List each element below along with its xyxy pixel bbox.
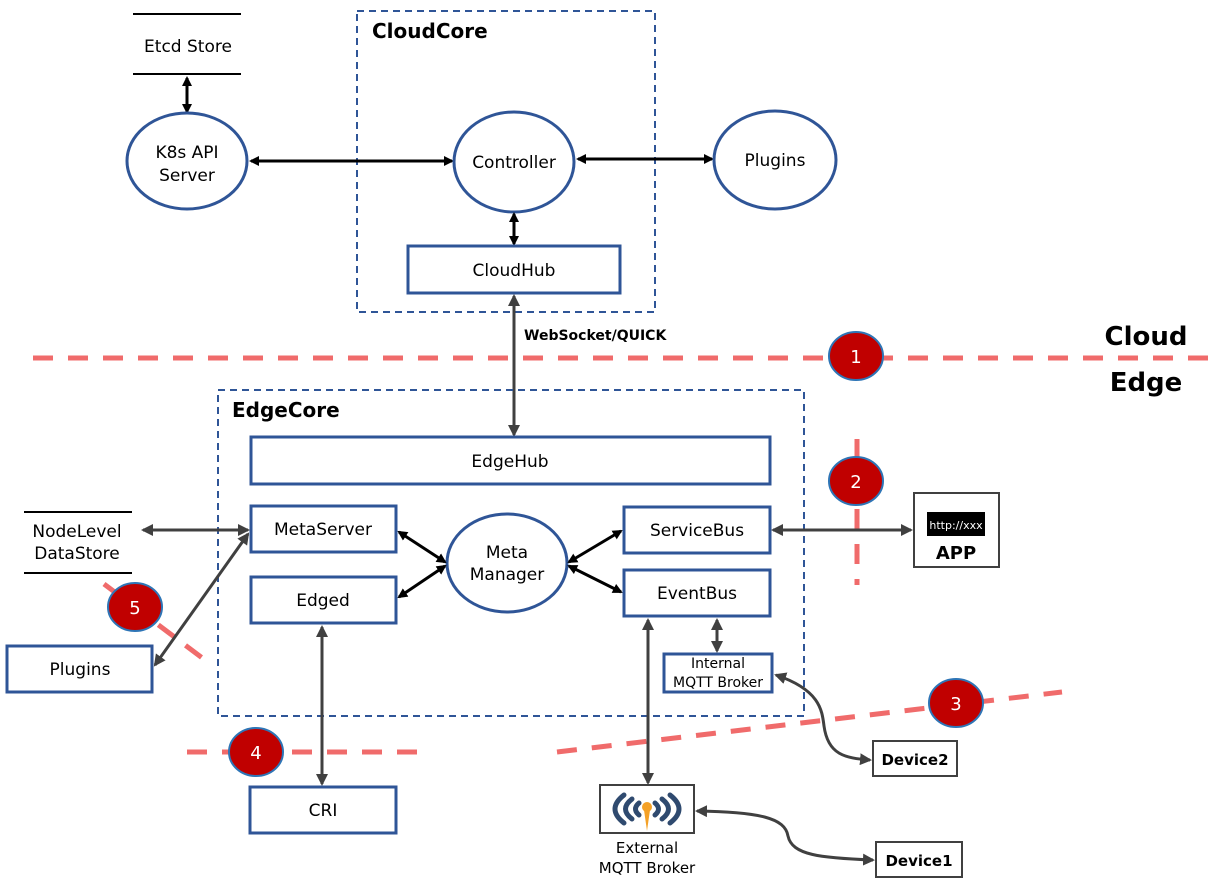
app-url: http://xxx: [929, 519, 983, 532]
boundary-3-line: [556, 689, 1063, 755]
metamanager-servicebus-arrow: [567, 529, 623, 564]
controller-label: Controller: [472, 153, 556, 173]
external-mqtt-device1-arrow: [695, 805, 875, 866]
badge-4-label: 4: [250, 743, 261, 764]
etcd-store-label: Etcd Store: [144, 37, 232, 57]
device1-node[interactable]: Device1: [875, 841, 963, 878]
protocol-label: WebSocket/QUICK: [524, 328, 667, 344]
metamanager-eventbus-arrow: [567, 564, 623, 594]
badge-4: 4: [228, 727, 284, 777]
cri-node[interactable]: CRI: [248, 785, 398, 835]
metamanager-label-line1: Meta: [486, 543, 528, 563]
edge-plugins-label: Plugins: [50, 660, 111, 680]
external-mqtt-label-line2: MQTT Broker: [599, 859, 696, 877]
edged-node[interactable]: Edged: [249, 575, 398, 625]
device2-node[interactable]: Device2: [872, 740, 958, 777]
datastore-label-line1: NodeLevel: [32, 522, 121, 542]
servicebus-node[interactable]: ServiceBus: [622, 505, 772, 555]
servicebus-label: ServiceBus: [650, 521, 744, 541]
badge-2: 2: [828, 456, 884, 506]
metamanager-node[interactable]: Meta Manager: [445, 512, 569, 614]
k8s-api-label-line1: K8s API: [155, 143, 218, 163]
edgehub-label: EdgeHub: [471, 452, 548, 472]
edge-zone-label: Edge: [1110, 368, 1183, 398]
metaserver-metamanager-arrow: [397, 530, 447, 564]
external-mqtt-broker-node[interactable]: External MQTT Broker: [599, 784, 696, 877]
edged-metamanager-arrow: [397, 564, 447, 599]
cloud-plugins-node[interactable]: Plugins: [712, 109, 838, 211]
badge-2-label: 2: [850, 472, 861, 493]
metamanager-label-line2: Manager: [470, 565, 545, 585]
internal-mqtt-broker-node[interactable]: Internal MQTT Broker: [662, 652, 774, 694]
plugins-metaserver-arrow: [153, 532, 250, 667]
internal-mqtt-label-line1: Internal: [691, 656, 745, 672]
device2-label: Device2: [881, 751, 948, 769]
eventbus-label: EventBus: [657, 584, 737, 604]
cloudcore-title: CloudCore: [372, 19, 488, 43]
device1-label: Device1: [885, 852, 952, 870]
internal-mqtt-label-line2: MQTT Broker: [673, 675, 763, 691]
edged-label: Edged: [296, 591, 350, 611]
edgecore-title: EdgeCore: [232, 398, 340, 422]
badge-1-label: 1: [850, 347, 861, 368]
eventbus-node[interactable]: EventBus: [622, 568, 772, 618]
datastore-label-line2: DataStore: [34, 544, 120, 564]
controller-node[interactable]: Controller: [452, 110, 576, 214]
architecture-diagram: Etcd Store K8s API Server CloudCore Cont…: [5, 10, 1215, 878]
badge-5: 5: [107, 582, 163, 632]
nodelevel-datastore: NodeLevel DataStore: [24, 511, 132, 574]
metaserver-node[interactable]: MetaServer: [249, 504, 398, 554]
edgehub-node[interactable]: EdgeHub: [249, 435, 772, 486]
badge-3: 3: [928, 678, 984, 728]
external-mqtt-label-line1: External: [616, 839, 678, 857]
badge-3-label: 3: [950, 694, 961, 715]
k8s-api-label-line2: Server: [159, 166, 215, 186]
edge-plugins-node[interactable]: Plugins: [5, 644, 154, 694]
internal-mqtt-device2-arrow: [774, 672, 872, 766]
app-node[interactable]: http://xxx APP: [913, 492, 1000, 568]
cloudhub-label: CloudHub: [473, 261, 556, 281]
badge-1: 1: [828, 331, 884, 381]
metaserver-label: MetaServer: [274, 520, 372, 540]
cloud-plugins-label: Plugins: [745, 151, 806, 171]
cloud-zone-label: Cloud: [1105, 322, 1188, 352]
cloudhub-node[interactable]: CloudHub: [406, 244, 622, 295]
k8s-api-server-node[interactable]: K8s API Server: [125, 111, 249, 211]
badge-5-label: 5: [129, 598, 140, 619]
etcd-store: Etcd Store: [133, 13, 241, 75]
cri-label: CRI: [309, 801, 338, 821]
app-label: APP: [936, 543, 976, 564]
